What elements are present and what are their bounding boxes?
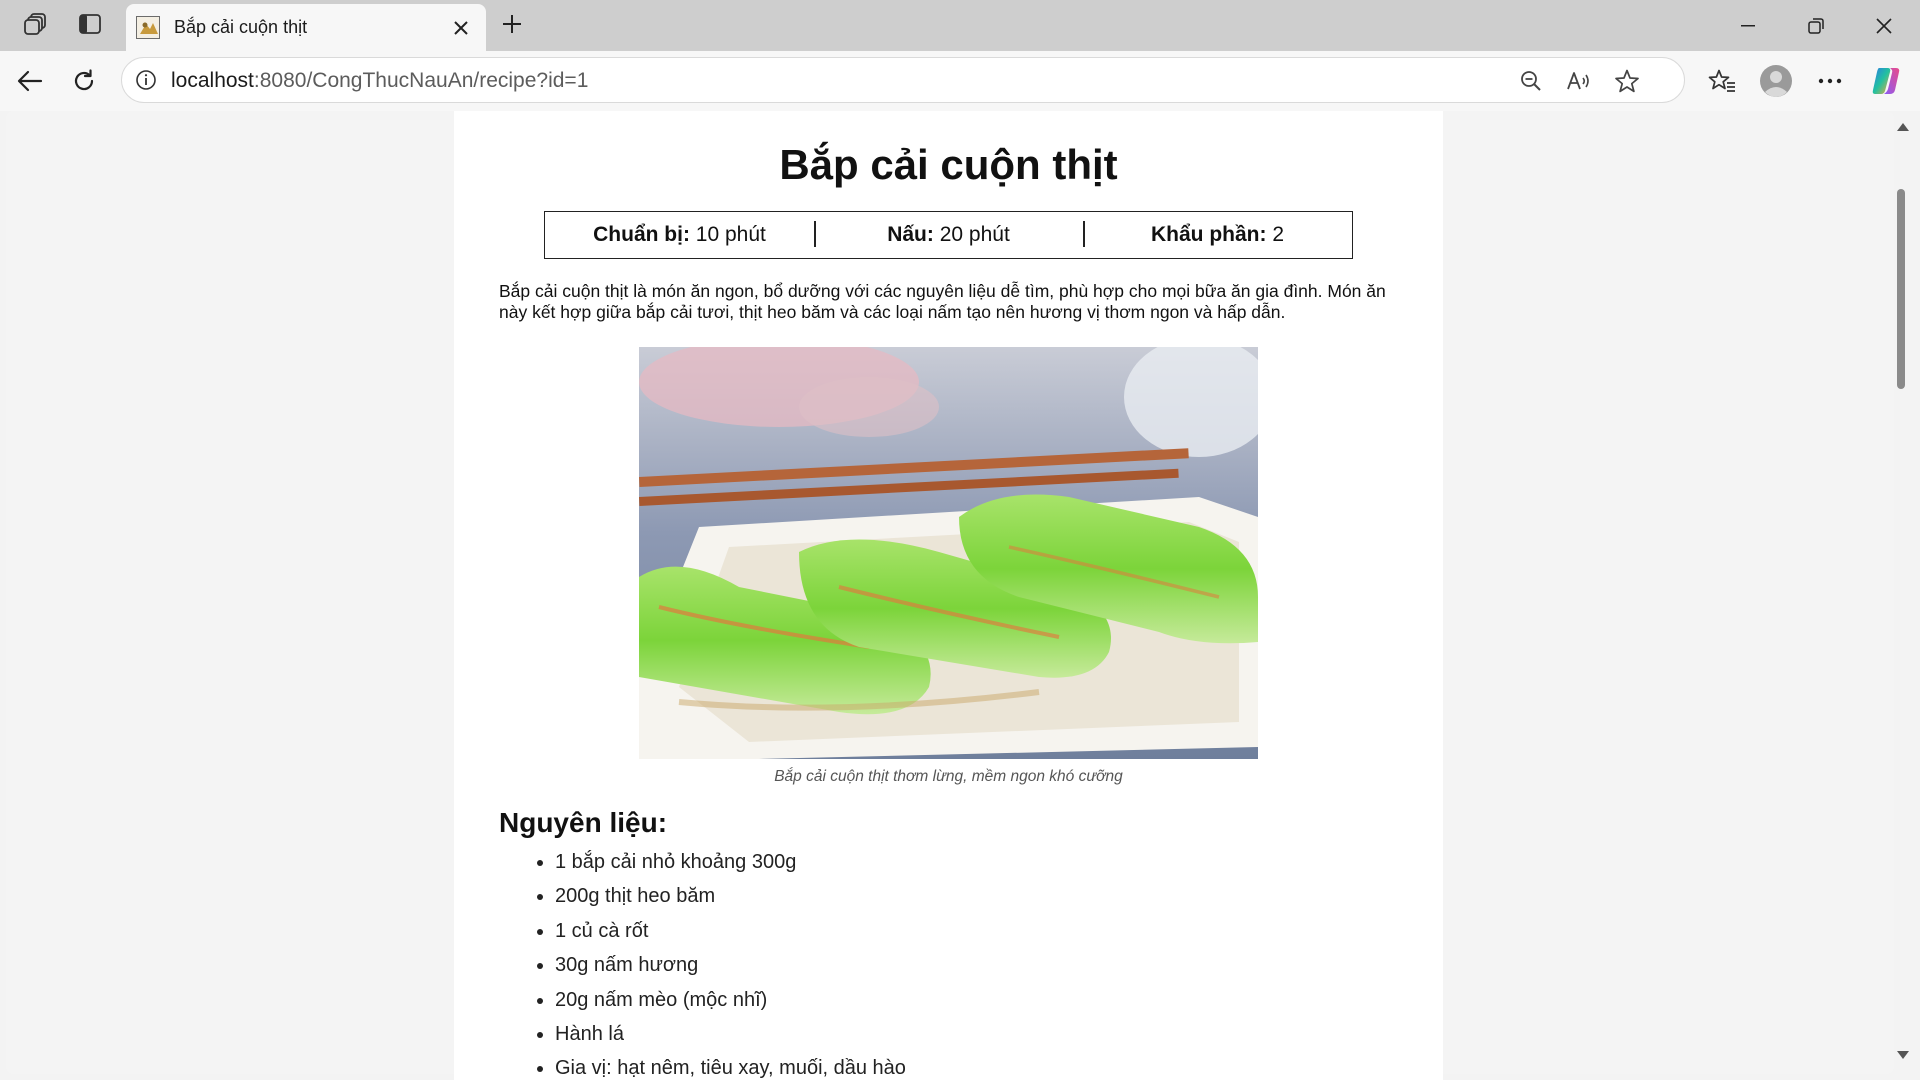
recipe-page: Bắp cải cuộn thịt Chuẩn bị: 10 phút Nấu:… — [454, 111, 1443, 1080]
list-item: 200g thịt heo băm — [537, 883, 906, 917]
list-item: 1 bắp cải nhỏ khoảng 300g — [537, 849, 906, 883]
tab-active[interactable]: Bắp cải cuộn thịt — [126, 4, 486, 51]
zoom-out-icon[interactable] — [1516, 66, 1546, 96]
meta-label: Nấu: — [887, 223, 934, 246]
meta-cook-time: Nấu: 20 phút — [814, 221, 1083, 247]
star-icon[interactable] — [1612, 66, 1642, 96]
browser-toolbar: localhost:8080/CongThucNauAn/recipe?id=1 — [0, 51, 1920, 111]
recipe-photo — [639, 347, 1258, 759]
meta-label: Khẩu phần: — [1150, 223, 1267, 246]
scroll-down-icon[interactable] — [1897, 1051, 1909, 1059]
meta-value: 10 phút — [689, 223, 766, 246]
site-favicon-icon — [136, 16, 160, 39]
workspaces-icon[interactable] — [16, 6, 56, 42]
ingredients-heading: Nguyên liệu: — [499, 807, 668, 838]
url-host: localhost — [171, 69, 254, 92]
recipe-title: Bắp cải cuộn thịt — [779, 141, 1118, 188]
recipe-intro: Bắp cải cuộn thịt là món ăn ngon, bổ dưỡ… — [499, 281, 1386, 322]
list-item: 20g nấm mèo (mộc nhĩ) — [537, 987, 906, 1021]
list-item: 30g nấm hương — [537, 952, 906, 986]
ingredients-list: 1 bắp cải nhỏ khoảng 300g 200g thịt heo … — [537, 849, 906, 1080]
profile-icon[interactable] — [1756, 61, 1796, 101]
tab-title: Bắp cải cuộn thịt — [174, 17, 308, 37]
scroll-up-icon[interactable] — [1897, 123, 1909, 131]
minimize-icon[interactable] — [1714, 0, 1782, 51]
page-viewport: Bắp cải cuộn thịt Chuẩn bị: 10 phút Nấu:… — [0, 111, 1920, 1080]
back-arrow-icon[interactable] — [10, 61, 50, 101]
title-bar: Bắp cải cuộn thịt — [0, 0, 1920, 51]
meta-label: Chuẩn bị: — [593, 223, 690, 246]
tab-actions-icon[interactable] — [70, 6, 110, 42]
address-bar[interactable]: localhost:8080/CongThucNauAn/recipe?id=1 — [121, 57, 1685, 103]
vertical-scrollbar[interactable] — [1890, 111, 1914, 1080]
url-text[interactable]: localhost:8080/CongThucNauAn/recipe?id=1 — [171, 69, 588, 93]
scrollbar-thumb[interactable] — [1897, 189, 1905, 389]
copilot-icon[interactable] — [1866, 61, 1906, 101]
list-item: Gia vị: hạt nêm, tiêu xay, muối, dầu hào — [537, 1055, 906, 1080]
url-path: :8080/CongThucNauAn/recipe?id=1 — [253, 69, 589, 92]
favorites-icon[interactable] — [1702, 61, 1742, 101]
meta-servings: Khẩu phần: 2 — [1083, 221, 1352, 247]
info-icon[interactable] — [134, 68, 158, 92]
photo-caption: Bắp cải cuộn thịt thơm lừng, mềm ngon kh… — [774, 768, 1123, 785]
meta-value: 20 phút — [933, 223, 1010, 246]
plus-icon[interactable] — [494, 6, 530, 42]
meta-value: 2 — [1266, 223, 1284, 246]
meta-prep-time: Chuẩn bị: 10 phút — [545, 223, 814, 247]
read-aloud-icon[interactable] — [1564, 66, 1594, 96]
refresh-icon[interactable] — [64, 61, 104, 101]
list-item: 1 củ cà rốt — [537, 918, 906, 952]
list-item: Hành lá — [537, 1021, 906, 1055]
close-icon[interactable] — [446, 14, 476, 42]
restore-icon[interactable] — [1782, 0, 1850, 51]
more-icon[interactable] — [1810, 61, 1850, 101]
recipe-meta-box: Chuẩn bị: 10 phút Nấu: 20 phút Khẩu phần… — [544, 211, 1353, 259]
window-close-icon[interactable] — [1850, 0, 1918, 51]
